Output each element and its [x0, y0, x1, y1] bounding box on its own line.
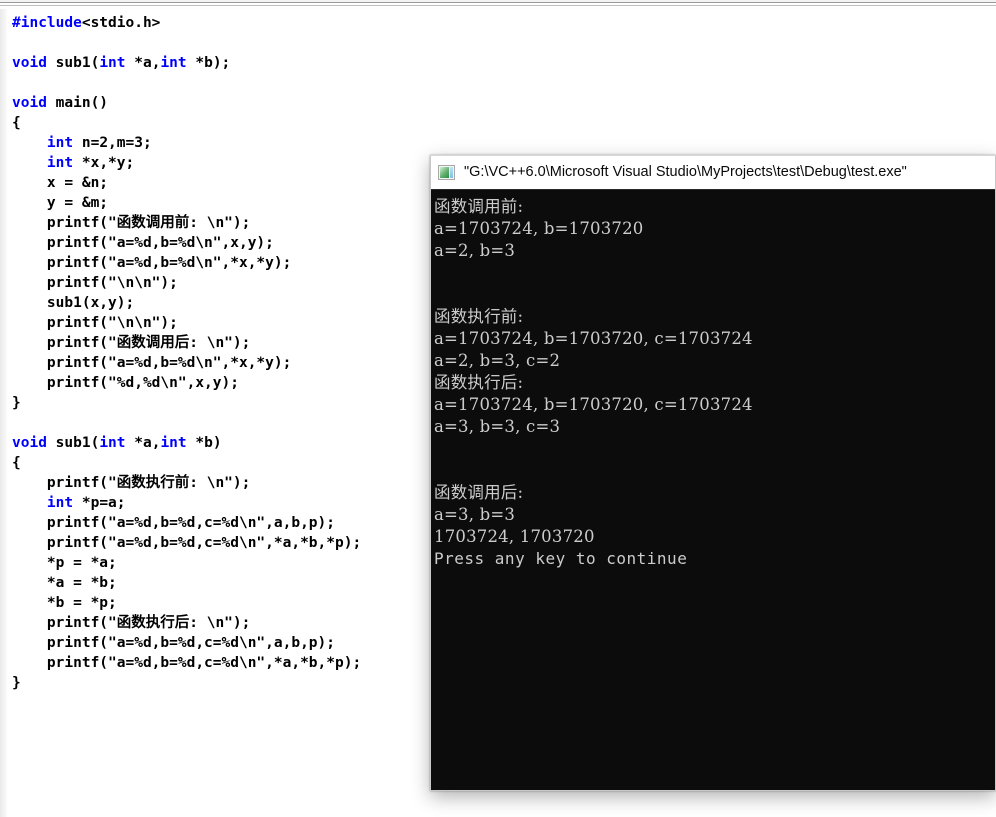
- code-text: printf("\n\n");: [12, 275, 178, 291]
- code-keyword: int: [46, 155, 74, 171]
- code-text: sub1(: [46, 55, 100, 71]
- code-text: main(): [46, 95, 109, 111]
- code-line: #include<stdio.h>: [12, 13, 996, 33]
- code-text: }: [12, 675, 21, 691]
- console-title-text: "G:\VC++6.0\Microsoft Visual Studio\MyPr…: [464, 164, 907, 180]
- code-line: {: [12, 113, 996, 133]
- code-text: *x,*y;: [73, 155, 135, 171]
- code-text: printf("函数调用前: \n");: [12, 215, 251, 231]
- console-output-line: 1703724, 1703720: [434, 527, 595, 546]
- console-app-icon: [438, 164, 455, 180]
- console-output-line: a=1703724, b=1703720: [434, 219, 644, 238]
- console-output-line: a=3, b=3, c=3: [434, 417, 561, 436]
- code-keyword: int: [46, 495, 74, 511]
- code-text: printf("a=%d,b=%d\n",*x,*y);: [12, 255, 292, 271]
- code-keyword: int: [160, 435, 187, 451]
- console-output-line: 函数执行后:: [434, 373, 524, 392]
- code-line: void sub1(int *a,int *b);: [12, 53, 996, 73]
- code-text: printf("函数执行前: \n");: [12, 475, 251, 491]
- code-line: int n=2,m=3;: [12, 133, 996, 153]
- code-keyword: int: [160, 55, 187, 71]
- console-output-area[interactable]: 函数调用前: a=1703724, b=1703720 a=2, b=3 函数执行前…: [431, 189, 995, 790]
- code-text: printf("%d,%d\n",x,y);: [12, 375, 239, 391]
- code-text: sub1(: [46, 435, 100, 451]
- code-text: printf("a=%d,b=%d,c=%d\n",*a,*b,*p);: [12, 535, 362, 551]
- code-text: *p = *a;: [12, 555, 117, 571]
- code-keyword: #include: [12, 15, 82, 31]
- code-text: printf("a=%d,b=%d,c=%d\n",a,b,p);: [12, 635, 336, 651]
- window-chrome-divider: [0, 0, 996, 9]
- code-keyword: int: [99, 435, 126, 451]
- code-text: printf("函数调用后: \n");: [12, 335, 251, 351]
- code-text: y = &m;: [12, 195, 109, 211]
- code-text: n=2,m=3;: [73, 135, 152, 151]
- code-text: {: [12, 115, 21, 131]
- code-text: *a,: [125, 55, 161, 71]
- code-text: {: [12, 455, 21, 471]
- console-output-line: 函数调用前:: [434, 197, 524, 216]
- code-text: *p=a;: [73, 495, 126, 511]
- code-text: printf("a=%d,b=%d,c=%d\n",a,b,p);: [12, 515, 336, 531]
- code-text: printf("a=%d,b=%d,c=%d\n",*a,*b,*p);: [12, 655, 362, 671]
- code-text: printf("\n\n");: [12, 315, 178, 331]
- code-keyword: int: [46, 135, 74, 151]
- code-keyword: void: [12, 95, 47, 111]
- console-output-line: a=1703724, b=1703720, c=1703724: [434, 395, 753, 414]
- code-keyword: void: [12, 435, 47, 451]
- console-titlebar[interactable]: "G:\VC++6.0\Microsoft Visual Studio\MyPr…: [431, 156, 995, 189]
- console-output-line: a=3, b=3: [434, 505, 516, 524]
- editor-gutter: [0, 9, 8, 817]
- console-window[interactable]: "G:\VC++6.0\Microsoft Visual Studio\MyPr…: [430, 155, 996, 791]
- code-text: printf("a=%d,b=%d\n",*x,*y);: [12, 355, 292, 371]
- code-text: sub1(x,y);: [12, 295, 135, 311]
- code-text: *b): [186, 435, 222, 451]
- console-output-line: a=2, b=3: [434, 241, 516, 260]
- code-text: *b = *p;: [12, 595, 117, 611]
- code-keyword: int: [99, 55, 126, 71]
- code-text: printf("a=%d,b=%d\n",x,y);: [12, 235, 274, 251]
- code-text: printf("函数执行后: \n");: [12, 615, 251, 631]
- code-text: <stdio.h>: [81, 15, 161, 31]
- console-output-line: 函数执行前:: [434, 307, 524, 326]
- code-text: }: [12, 395, 21, 411]
- code-text: x = &n;: [12, 175, 109, 191]
- code-text: *b);: [186, 55, 231, 71]
- code-keyword: void: [12, 55, 47, 71]
- console-output-line: Press any key to continue: [434, 549, 688, 568]
- console-output-line: a=1703724, b=1703720, c=1703724: [434, 329, 753, 348]
- code-line: void main(): [12, 93, 996, 113]
- code-text: *a = *b;: [12, 575, 117, 591]
- code-text: *a,: [125, 435, 161, 451]
- console-output-line: 函数调用后:: [434, 483, 524, 502]
- console-output-line: a=2, b=3, c=2: [434, 351, 561, 370]
